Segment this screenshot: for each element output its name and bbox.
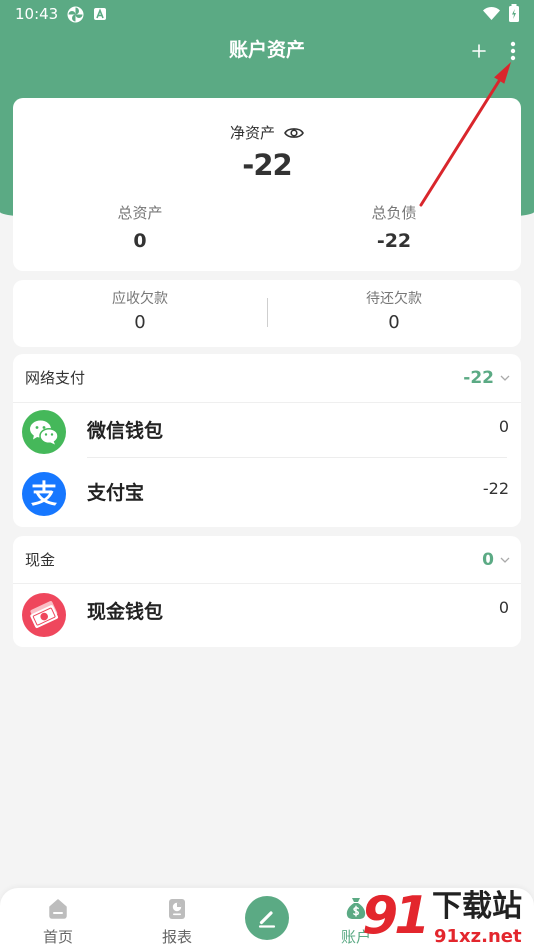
- chevron-down-icon: [500, 375, 510, 381]
- debts-card: 应收欠款 0 待还欠款 0: [13, 280, 521, 347]
- account-group-cash: 现金 0 现金钱包 0: [13, 536, 521, 647]
- net-assets-card: 净资产 -22 总资产 0 总负债 -22: [13, 98, 521, 271]
- group-header[interactable]: 网络支付 -22: [13, 354, 521, 403]
- chevron-down-icon: [500, 557, 510, 563]
- plus-icon: [472, 44, 486, 58]
- nav-item-home[interactable]: 首页: [18, 888, 98, 950]
- account-name: 现金钱包: [87, 601, 164, 623]
- group-total: -22: [463, 367, 510, 389]
- cash-icon: [22, 593, 66, 637]
- group-total: 0: [482, 549, 510, 571]
- total-assets[interactable]: 总资产 0: [13, 202, 267, 258]
- group-header[interactable]: 现金 0: [13, 536, 521, 584]
- account-balance: -22: [482, 479, 509, 498]
- watermark-name: 下载站: [432, 889, 522, 924]
- add-button[interactable]: [468, 40, 490, 62]
- alipay-logo-glyph: 支: [31, 480, 57, 510]
- account-name: 支付宝: [87, 482, 145, 504]
- account-name: 微信钱包: [87, 420, 164, 442]
- alipay-icon: 支: [22, 472, 66, 516]
- pinwheel-icon: [67, 6, 84, 23]
- receivable[interactable]: 应收欠款 0: [13, 280, 267, 347]
- nav-item-reports[interactable]: 报表: [137, 888, 217, 950]
- account-balance: 0: [498, 598, 509, 617]
- watermark-url: 91xz.net: [434, 926, 522, 947]
- compose-button[interactable]: [245, 896, 289, 940]
- receivable-label: 应收欠款: [112, 291, 168, 307]
- eye-icon[interactable]: [284, 126, 304, 140]
- total-assets-value: 0: [133, 230, 147, 252]
- group-name: 现金: [25, 551, 56, 569]
- group-name: 网络支付: [25, 369, 86, 387]
- total-liabilities-value: -22: [376, 230, 412, 252]
- group-total-value: 0: [482, 550, 494, 570]
- battery-charging-icon: [509, 4, 519, 22]
- wechat-icon: [22, 410, 66, 454]
- more-menu-button[interactable]: [503, 38, 523, 64]
- receivable-value: 0: [134, 312, 146, 333]
- more-vertical-icon: [510, 41, 516, 61]
- watermark-logo: 91: [362, 886, 430, 946]
- account-row-alipay[interactable]: 支 支付宝 -22: [13, 458, 521, 527]
- nav-label: 报表: [161, 928, 192, 946]
- account-row-cash-wallet[interactable]: 现金钱包 0: [13, 584, 521, 647]
- account-group-online-payment: 网络支付 -22 微信钱包 0 支 支付宝 -22: [13, 354, 521, 527]
- net-assets-value: -22: [242, 148, 292, 182]
- status-time: 10:43: [15, 5, 59, 23]
- account-row-wechat[interactable]: 微信钱包 0: [13, 403, 521, 458]
- total-liabilities[interactable]: 总负债 -22: [267, 202, 521, 258]
- home-icon: [49, 899, 67, 919]
- total-assets-label: 总资产: [117, 204, 163, 222]
- nav-label: 首页: [42, 928, 73, 946]
- wifi-icon: [483, 6, 500, 20]
- page-title: 账户资产: [228, 39, 305, 61]
- payable-value: 0: [388, 312, 400, 333]
- net-assets-label: 净资产: [229, 124, 275, 142]
- payable-label: 待还欠款: [366, 291, 422, 307]
- account-balance: 0: [498, 417, 509, 436]
- pencil-icon: [245, 896, 289, 940]
- watermark: 91 下载站 91xz.net: [360, 884, 532, 950]
- payable[interactable]: 待还欠款 0: [267, 280, 521, 347]
- total-liabilities-label: 总负债: [371, 204, 417, 222]
- group-total-value: -22: [463, 368, 494, 388]
- report-icon: [169, 899, 185, 919]
- a-badge-icon: [94, 8, 106, 20]
- net-assets-header: 净资产: [13, 122, 521, 144]
